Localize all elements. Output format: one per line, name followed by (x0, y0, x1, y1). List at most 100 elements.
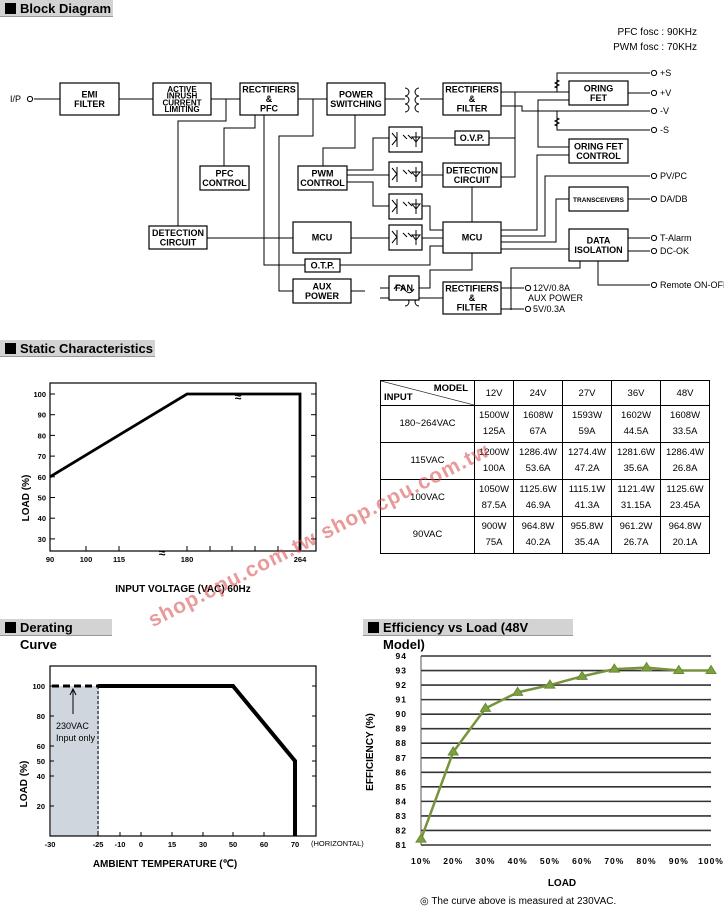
block-label: POWER (305, 291, 340, 301)
block-label: AUX (312, 281, 331, 291)
transformer-coil-icon (414, 87, 420, 97)
wire (347, 181, 389, 207)
power-value: 1593W (571, 410, 603, 421)
current-value: 67A (529, 426, 547, 437)
table-cell: 1286.4W 53.6A (513, 442, 564, 480)
terminal-icon (524, 284, 532, 292)
terminal-icon (26, 95, 34, 103)
power-value: 900W (481, 521, 507, 532)
current-value: 125A (482, 426, 506, 437)
block-label: DATA (587, 235, 611, 245)
x-tick-label: -25 (93, 840, 104, 849)
plot-frame (49, 382, 317, 552)
block-label: O.V.P. (460, 133, 485, 143)
terminal-icon (650, 247, 658, 255)
table-cell: 964.8W 20.1A (659, 516, 711, 554)
table-cell: 1274.4W 47.2A (562, 442, 612, 480)
optocoupler-icon (388, 224, 423, 251)
row-input: 100VAC (380, 479, 475, 517)
y-tick-label: 84 (396, 796, 407, 806)
block-label: ORING (584, 83, 614, 93)
terminal-icon (650, 126, 658, 134)
current-value: 59A (578, 426, 596, 437)
output-label: -V (660, 106, 669, 116)
table-cell: 900W 75A (473, 516, 515, 554)
power-value: 1286.4W (519, 447, 558, 458)
aux-output-label: 12V/0.8A (533, 283, 570, 293)
block-label: O.T.P. (311, 261, 335, 271)
x-tick-label: 70% (604, 856, 624, 866)
x-tick-label: 20% (443, 856, 463, 866)
x-tick-label: 50 (229, 840, 237, 849)
aux-output-label: 5V/0.3A (533, 304, 565, 314)
section-header-efficiency: Efficiency vs Load (48V Model) (363, 619, 573, 652)
block-label: PWM (312, 168, 334, 178)
x-axis-label: LOAD (548, 878, 576, 889)
current-value: 33.5A (672, 426, 698, 437)
output-label: +V (660, 88, 671, 98)
table-row: 100VAC 1050W 87.5A 1125.6W 46.9A 1115.1W 41.3A… (380, 479, 711, 517)
column-header: 48V (659, 380, 711, 406)
block-aux: AUXPOWER (292, 278, 352, 304)
power-value: 1115.1W (568, 484, 606, 495)
table-row: 90VAC 900W 75A 964.8W 40.2A 955.8W 35.4A 961.2W… (380, 516, 711, 554)
x-tick-label: -10 (115, 840, 126, 849)
power-value: 964.8W (521, 521, 555, 532)
output-label: +S (660, 68, 671, 78)
power-value: 1608W (522, 410, 554, 421)
y-tick-label: 60 (38, 473, 46, 482)
wire (597, 261, 650, 286)
block-rect-filter: RECTIFIERS&FILTER (442, 82, 502, 116)
table-row: 180~264VAC 1500W 125A 1608W 67A 1593W 59A 1602W… (380, 405, 711, 443)
transformer-coil-icon (414, 103, 420, 113)
current-value: 100A (482, 463, 506, 474)
y-tick-label: 93 (396, 666, 407, 676)
block-label: ISOLATION (574, 245, 622, 255)
current-value: 31.15A (620, 500, 652, 511)
output-label: T-Alarm (660, 233, 692, 243)
wire (223, 115, 256, 166)
output-label: PV/PC (660, 171, 688, 181)
block-diagram: EMIFILTERACTIVEINRUSHCURRENTLIMITINGRECT… (10, 27, 724, 315)
y-tick-label: 90 (38, 411, 46, 420)
block-label: PFC (260, 104, 279, 114)
section-header-static: Static Characteristics (0, 340, 155, 357)
table-cell: 1121.4W 31.15A (611, 479, 661, 517)
terminal-icon (650, 89, 658, 97)
table-cell: 1281.6W 35.6A (611, 442, 661, 480)
power-value: 1050W (478, 484, 510, 495)
block-mcu-left: MCU (292, 221, 352, 254)
current-value: 40.2A (525, 537, 551, 548)
x-tick-label: -30 (45, 840, 56, 849)
power-value: 1274.4W (567, 447, 607, 458)
table-header-row: MODEL INPUT 12V 24V 27V 36V 48V (380, 380, 711, 406)
optocoupler-box (388, 126, 423, 153)
y-tick-label: 88 (396, 738, 407, 748)
y-tick-label: 40 (38, 514, 46, 523)
terminal-icon (650, 69, 658, 77)
current-value: 75A (485, 537, 503, 548)
x-tick-label: 30% (475, 856, 495, 866)
current-value: 23.45A (669, 500, 701, 511)
terminal-icon (650, 107, 658, 115)
table-cell: 1125.6W 46.9A (513, 479, 564, 517)
data-point-triangle (447, 746, 460, 756)
current-value: 20.1A (672, 537, 698, 548)
row-input: 90VAC (380, 516, 475, 554)
block-diagram-blocks: EMIFILTERACTIVEINRUSHCURRENTLIMITINGRECT… (59, 68, 724, 315)
table-row: 115VAC 1200W 100A 1286.4W 53.6A 1274.4W 47.2A 1… (380, 442, 711, 480)
optocoupler-box (388, 224, 423, 251)
static-characteristics-table: MODEL INPUT 12V 24V 27V 36V 48V 180~264VA… (380, 380, 711, 554)
annotation: 230VAC (56, 721, 89, 731)
pfc-frequency: PFC fosc : 90KHz (618, 27, 697, 38)
block-label: POWER (339, 89, 374, 99)
y-tick-label: 50 (38, 494, 46, 503)
y-tick-label: 40 (37, 772, 45, 781)
input-only-region (51, 686, 99, 836)
corner-input-label: INPUT (384, 392, 413, 403)
optocoupler-box (388, 193, 423, 220)
block-label: & (469, 293, 476, 303)
y-tick-label: 86 (396, 767, 407, 777)
y-tick-label: 80 (38, 431, 46, 440)
optocoupler-icon (388, 161, 423, 188)
